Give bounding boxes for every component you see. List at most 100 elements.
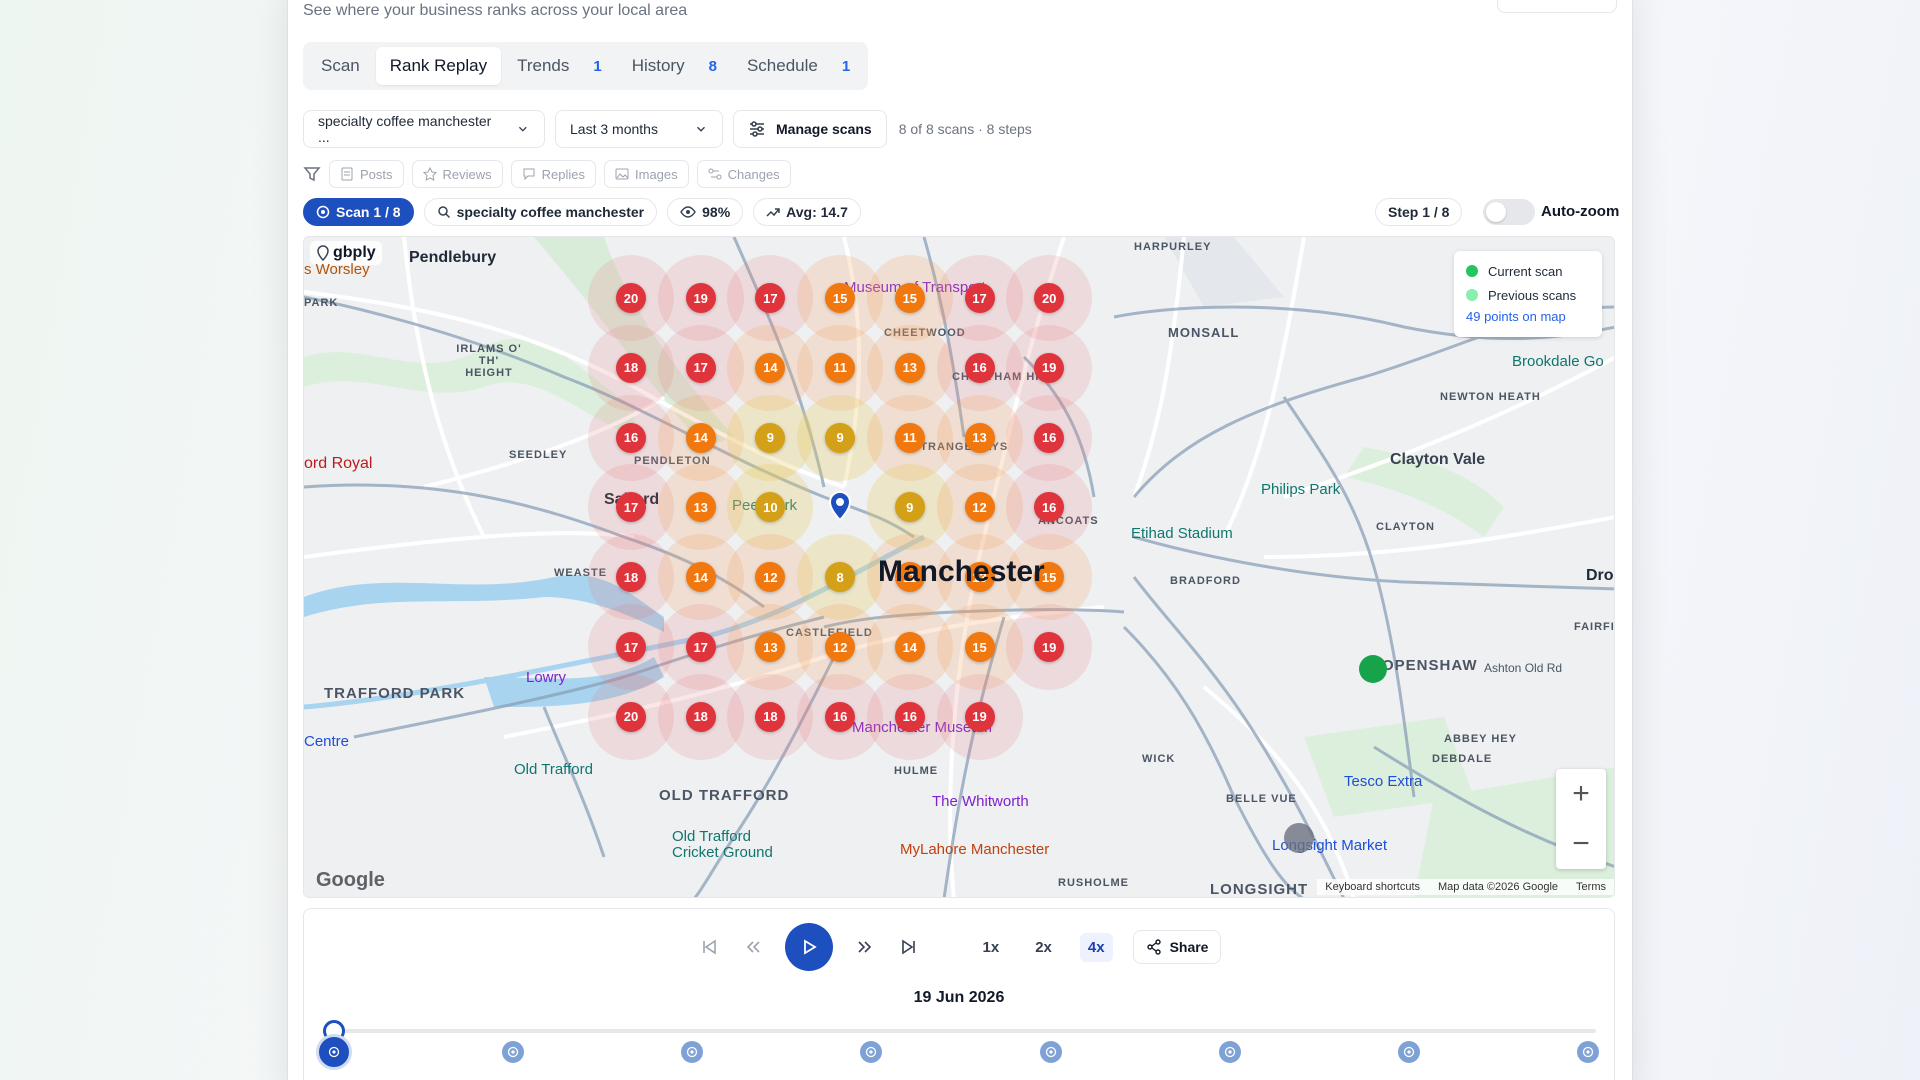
rank-marker[interactable]: 17: [616, 632, 646, 662]
rank-marker[interactable]: 16: [616, 422, 646, 453]
skip-to-start-button[interactable]: [697, 935, 721, 959]
rank-marker[interactable]: 14: [685, 422, 716, 453]
tab-history[interactable]: History 8: [618, 47, 731, 85]
map-label-park: PARK: [304, 297, 339, 309]
keyword-select[interactable]: specialty coffee manchester ...: [303, 110, 545, 148]
rank-marker[interactable]: 16: [894, 701, 925, 732]
timeline-step[interactable]: [681, 1041, 704, 1063]
rank-marker[interactable]: 17: [755, 283, 786, 313]
rank-marker[interactable]: 19: [685, 283, 716, 313]
step-forward-button[interactable]: [853, 935, 877, 959]
map-label-ashton-old-rd: Ashton Old Rd: [1484, 661, 1563, 675]
rank-marker[interactable]: 18: [616, 352, 646, 383]
filter-replies[interactable]: Replies: [510, 160, 596, 188]
filter-images[interactable]: Images: [604, 160, 689, 188]
filter-posts[interactable]: Posts: [329, 160, 404, 188]
rank-marker[interactable]: 19: [964, 701, 995, 732]
rank-marker[interactable]: 12: [755, 562, 786, 593]
zoom-in-button[interactable]: +: [1556, 769, 1606, 819]
header-action-button[interactable]: [1497, 0, 1617, 13]
timeline-step[interactable]: [860, 1041, 883, 1063]
timeline-step[interactable]: [502, 1041, 525, 1063]
rank-marker[interactable]: 13: [964, 422, 995, 453]
rank-marker[interactable]: 11: [894, 422, 925, 453]
tab-schedule[interactable]: Schedule 1: [733, 47, 864, 85]
google-logo: Google: [316, 869, 385, 891]
timeline-track[interactable]: [334, 1029, 1596, 1033]
rank-marker[interactable]: 15: [825, 283, 856, 313]
rank-marker[interactable]: 17: [685, 352, 716, 383]
map-label-centre: Centre: [304, 733, 350, 750]
zoom-out-button[interactable]: −: [1556, 819, 1606, 869]
scan-pill[interactable]: Scan 1 / 8: [303, 198, 414, 226]
rank-marker[interactable]: 17: [616, 492, 646, 523]
rank-marker[interactable]: 19: [1034, 632, 1065, 662]
map-pin-icon: [317, 245, 329, 261]
timeline-step[interactable]: [1039, 1041, 1062, 1063]
rank-marker[interactable]: 19: [1034, 352, 1065, 383]
auto-zoom-toggle[interactable]: [1483, 199, 1535, 225]
rank-marker[interactable]: 13: [685, 492, 716, 523]
map-label-fairfield: FAIRFI: [1574, 621, 1615, 633]
rank-marker[interactable]: 14: [755, 352, 786, 383]
pegman-icon[interactable]: [1284, 823, 1314, 853]
rank-marker[interactable]: 16: [1034, 492, 1065, 523]
rank-marker[interactable]: 14: [685, 562, 716, 593]
rank-marker[interactable]: 20: [1034, 283, 1065, 313]
step-back-button[interactable]: [741, 935, 765, 959]
tab-trends[interactable]: Trends 1: [503, 47, 616, 85]
map[interactable]: gbply Pendlebury s Worsley PARK IRLAMS O…: [303, 236, 1615, 898]
rank-marker[interactable]: 14: [894, 632, 925, 662]
rank-marker[interactable]: 20: [616, 701, 646, 732]
map-label-rusholme: RUSHOLME: [1058, 877, 1129, 889]
rank-marker[interactable]: 12: [825, 632, 856, 662]
rank-marker[interactable]: 10: [755, 492, 786, 523]
speed-1x-button[interactable]: 1x: [975, 933, 1008, 962]
speed-4x-button[interactable]: 4x: [1079, 932, 1113, 962]
rank-marker[interactable]: 11: [825, 352, 856, 383]
rank-marker[interactable]: 9: [894, 492, 925, 523]
rewind-icon: [746, 941, 760, 953]
rank-marker[interactable]: 17: [685, 632, 716, 662]
current-scan-dot: [1466, 265, 1478, 277]
rank-marker[interactable]: 18: [755, 701, 786, 732]
timeline-step[interactable]: [1577, 1041, 1599, 1063]
manage-scans-button[interactable]: Manage scans: [733, 110, 887, 148]
share-button[interactable]: Share: [1132, 930, 1222, 964]
chevron-down-icon: [697, 126, 705, 132]
rank-marker[interactable]: 17: [964, 283, 995, 313]
filter-changes[interactable]: Changes: [696, 160, 791, 188]
rank-marker[interactable]: 13: [894, 352, 925, 383]
rank-marker[interactable]: 9: [755, 422, 786, 453]
rank-marker[interactable]: 18: [616, 562, 646, 593]
rank-marker[interactable]: 16: [964, 352, 995, 383]
rank-marker[interactable]: 13: [755, 632, 786, 662]
tab-rank-replay[interactable]: Rank Replay: [375, 47, 502, 85]
keyboard-shortcuts-link[interactable]: Keyboard shortcuts: [1325, 881, 1420, 893]
terms-link[interactable]: Terms: [1576, 881, 1606, 893]
tab-scan[interactable]: Scan: [307, 47, 374, 85]
playback-controls: 1x 2x 4x Share: [304, 923, 1614, 971]
timeline-step[interactable]: [316, 1034, 352, 1070]
rank-marker[interactable]: 9: [825, 422, 856, 453]
speed-2x-button[interactable]: 2x: [1027, 933, 1060, 962]
rank-marker[interactable]: 15: [964, 632, 995, 662]
rank-marker[interactable]: 8: [825, 562, 856, 593]
filter-reviews[interactable]: Reviews: [411, 160, 503, 188]
filter-icon[interactable]: [303, 165, 321, 183]
date-range-select[interactable]: Last 3 months: [555, 110, 723, 148]
map-label-ardwick: WICK: [1142, 753, 1176, 765]
rank-marker[interactable]: 18: [685, 701, 716, 732]
timeline-step[interactable]: [1218, 1041, 1241, 1063]
map-label-cricket: Old Trafford Cricket Ground: [672, 828, 773, 861]
rank-marker[interactable]: 16: [1034, 422, 1065, 453]
timeline-step[interactable]: [1397, 1041, 1420, 1063]
rank-marker[interactable]: 12: [964, 492, 995, 523]
rank-marker[interactable]: 16: [825, 701, 856, 732]
skip-to-end-button[interactable]: [897, 935, 921, 959]
keyword-pill: specialty coffee manchester: [423, 198, 658, 226]
rank-marker[interactable]: 20: [616, 283, 646, 313]
play-button[interactable]: [784, 923, 833, 971]
map-zoom-controls: + −: [1556, 769, 1606, 869]
rank-marker[interactable]: 15: [894, 283, 925, 313]
